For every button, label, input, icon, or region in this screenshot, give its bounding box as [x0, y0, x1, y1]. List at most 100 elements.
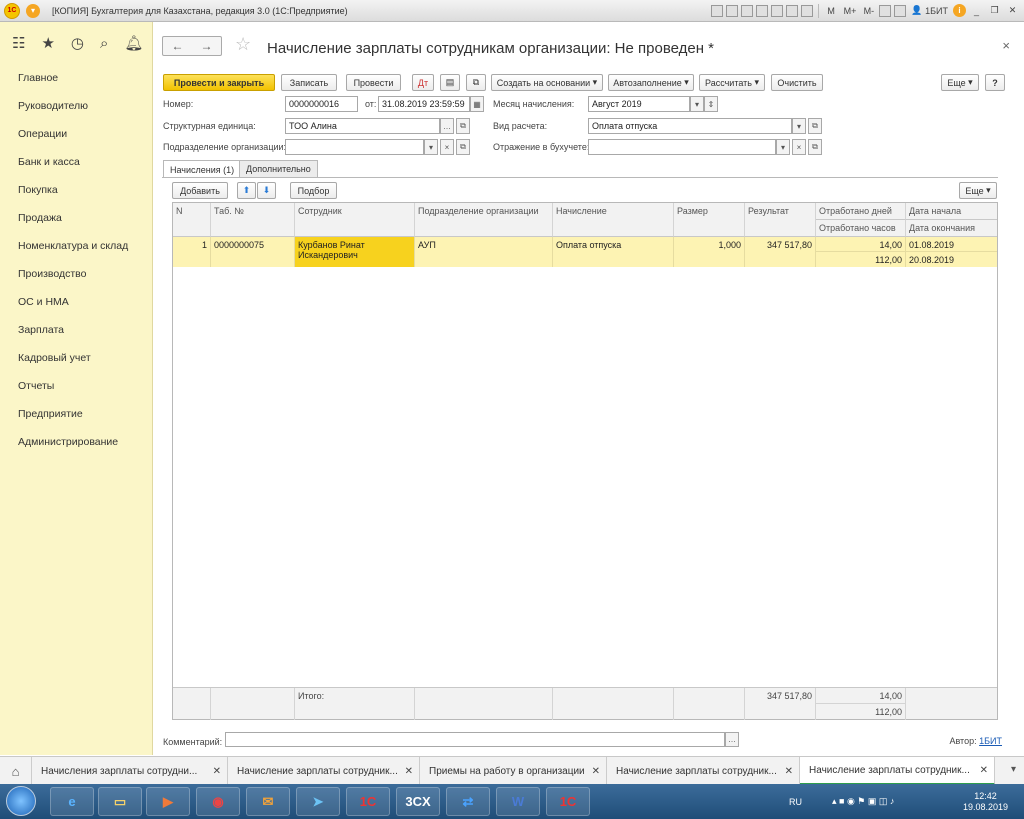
month-stepper-icon[interactable]: ⇕ — [704, 96, 718, 112]
calc-type-open-icon[interactable]: ⧉ — [808, 118, 822, 134]
apps-grid-icon[interactable]: ☷ — [12, 34, 25, 52]
report-icon[interactable]: ▤ — [440, 74, 460, 91]
history-icon[interactable]: ◷ — [71, 34, 84, 52]
col-header-tab[interactable]: Таб. № — [211, 203, 295, 237]
col-header-end[interactable]: Дата окончания — [906, 220, 997, 237]
calculator-icon[interactable] — [800, 4, 813, 17]
division-field[interactable] — [285, 139, 424, 155]
date-field[interactable]: 31.08.2019 23:59:59 — [378, 96, 470, 112]
unit-select-icon[interactable]: … — [440, 118, 454, 134]
col-header-employee[interactable]: Сотрудник — [295, 203, 415, 237]
close-tab-icon[interactable]: ✕ — [785, 766, 793, 777]
save-button[interactable]: Записать — [281, 74, 337, 91]
notifications-icon[interactable]: 🔔︎ — [124, 34, 143, 52]
save-icon[interactable] — [740, 4, 753, 17]
main-menu-icon[interactable]: ▾ — [26, 3, 40, 18]
col-header-accrual[interactable]: Начисление — [553, 203, 674, 237]
restore-button[interactable]: ❐ — [987, 3, 1002, 18]
author-link[interactable]: 1БИТ — [979, 736, 1002, 746]
autofill-button[interactable]: Автозаполнение ▾ — [608, 74, 694, 91]
table-row[interactable]: 1 0000000075 Курбанов Ринат Искандерович… — [173, 237, 997, 267]
sidebar-item-reports[interactable]: Отчеты — [0, 372, 152, 400]
sidebar-item-bank[interactable]: Банк и касса — [0, 148, 152, 176]
sidebar-item-production[interactable]: Производство — [0, 260, 152, 288]
accounting-clear-icon[interactable]: × — [792, 139, 806, 155]
post-button[interactable]: Провести — [346, 74, 401, 91]
sidebar-item-salary[interactable]: Зарплата — [0, 316, 152, 344]
explorer-icon[interactable]: ▭ — [98, 787, 142, 816]
close-form-icon[interactable]: × — [1002, 38, 1010, 53]
sidebar-item-warehouse[interactable]: Номенклатура и склад — [0, 232, 152, 260]
col-header-size[interactable]: Размер — [674, 203, 745, 237]
back-arrow-icon[interactable]: ← — [172, 39, 184, 53]
history-icon[interactable] — [770, 4, 783, 17]
info-icon[interactable]: i — [953, 4, 966, 17]
move-down-icon[interactable]: ⬇ — [257, 182, 276, 199]
tray-icons[interactable]: ▴ ■ ◉ ⚑ ▣ ◫ ♪ — [832, 796, 894, 807]
comment-select-icon[interactable]: … — [725, 732, 739, 747]
col-header-n[interactable]: N — [173, 203, 211, 237]
more-button[interactable]: Еще ▾ — [941, 74, 979, 91]
month-dropdown-icon[interactable]: ▾ — [690, 96, 704, 112]
teamviewer-icon[interactable]: ⇄ — [446, 787, 490, 816]
sidebar-item-admin[interactable]: Администрирование — [0, 428, 152, 456]
sidebar-item-main[interactable]: Главное — [0, 64, 152, 92]
1c-app-icon[interactable]: 1С — [346, 787, 390, 816]
calendar-icon[interactable] — [785, 4, 798, 17]
col-header-hours[interactable]: Отработано часов — [816, 220, 906, 237]
minimize-button[interactable]: _ — [969, 3, 984, 18]
sidebar-item-manager[interactable]: Руководителю — [0, 92, 152, 120]
media-player-icon[interactable]: ▶ — [146, 787, 190, 816]
close-tab-icon[interactable]: ✕ — [213, 766, 221, 777]
dt-kt-icon[interactable]: Дт — [412, 74, 434, 91]
close-tab-icon[interactable]: ✕ — [405, 766, 413, 777]
unit-open-icon[interactable]: ⧉ — [456, 118, 470, 134]
clear-button[interactable]: Очистить — [771, 74, 823, 91]
3cx-icon[interactable]: 3CX — [396, 787, 440, 816]
window-tab-1[interactable]: Начисления зарплаты сотрудни... ✕ — [32, 757, 228, 785]
home-icon[interactable]: ⌂ — [0, 757, 32, 785]
col-header-result[interactable]: Результат — [745, 203, 816, 237]
calculate-button[interactable]: Рассчитать ▾ — [699, 74, 765, 91]
memory-minus-button[interactable]: M- — [861, 3, 876, 18]
chrome-icon[interactable]: ◉ — [196, 787, 240, 816]
unit-field[interactable]: ТОО Алина — [285, 118, 440, 134]
favorites-icon[interactable]: ★ — [41, 34, 54, 52]
accounting-open-icon[interactable]: ⧉ — [808, 139, 822, 155]
word-icon[interactable]: W — [496, 787, 540, 816]
sidebar-item-enterprise[interactable]: Предприятие — [0, 400, 152, 428]
table-more-button[interactable]: Еще ▾ — [959, 182, 997, 199]
sidebar-item-hr[interactable]: Кадровый учет — [0, 344, 152, 372]
close-window-button[interactable]: ✕ — [1005, 3, 1020, 18]
col-header-start[interactable]: Дата начала — [906, 203, 997, 220]
close-tab-icon[interactable]: ✕ — [592, 766, 600, 777]
move-up-icon[interactable]: ⬆ — [237, 182, 256, 199]
language-indicator[interactable]: RU — [789, 797, 802, 807]
start-button-icon[interactable] — [6, 786, 36, 816]
sidebar-item-assets[interactable]: ОС и НМА — [0, 288, 152, 316]
sidebar-item-sales[interactable]: Продажа — [0, 204, 152, 232]
sidebar-item-purchase[interactable]: Покупка — [0, 176, 152, 204]
calendar-picker-icon[interactable]: ▦ — [470, 96, 484, 112]
telegram-icon[interactable]: ➤ — [296, 787, 340, 816]
clock[interactable]: 12:42 19.08.2019 — [963, 791, 1008, 813]
search-icon[interactable]: ⌕ — [100, 35, 108, 52]
memory-button[interactable]: M — [824, 3, 839, 18]
accounting-field[interactable] — [588, 139, 776, 155]
help-button[interactable]: ? — [985, 74, 1005, 91]
add-row-button[interactable]: Добавить — [172, 182, 228, 199]
user-button[interactable]: 👤 1БИТ — [909, 3, 950, 18]
forward-arrow-icon[interactable]: → — [201, 39, 213, 53]
col-header-division[interactable]: Подразделение организации — [415, 203, 553, 237]
select-button[interactable]: Подбор — [290, 182, 337, 199]
tab-accruals[interactable]: Начисления (1) — [163, 160, 242, 178]
favorite-star-icon[interactable]: ☆ — [235, 34, 251, 55]
window-tab-4[interactable]: Начисление зарплаты сотрудник... ✕ — [607, 757, 800, 785]
structure-icon[interactable]: ⧉ — [466, 74, 486, 91]
close-tab-icon[interactable]: ✕ — [980, 765, 988, 776]
post-and-close-button[interactable]: Провести и закрыть — [163, 74, 275, 91]
1c-alt-icon[interactable]: 1С — [546, 787, 590, 816]
division-dropdown-icon[interactable]: ▾ — [424, 139, 438, 155]
create-based-on-button[interactable]: Создать на основании ▾ — [491, 74, 603, 91]
layout-icon[interactable] — [894, 4, 907, 17]
